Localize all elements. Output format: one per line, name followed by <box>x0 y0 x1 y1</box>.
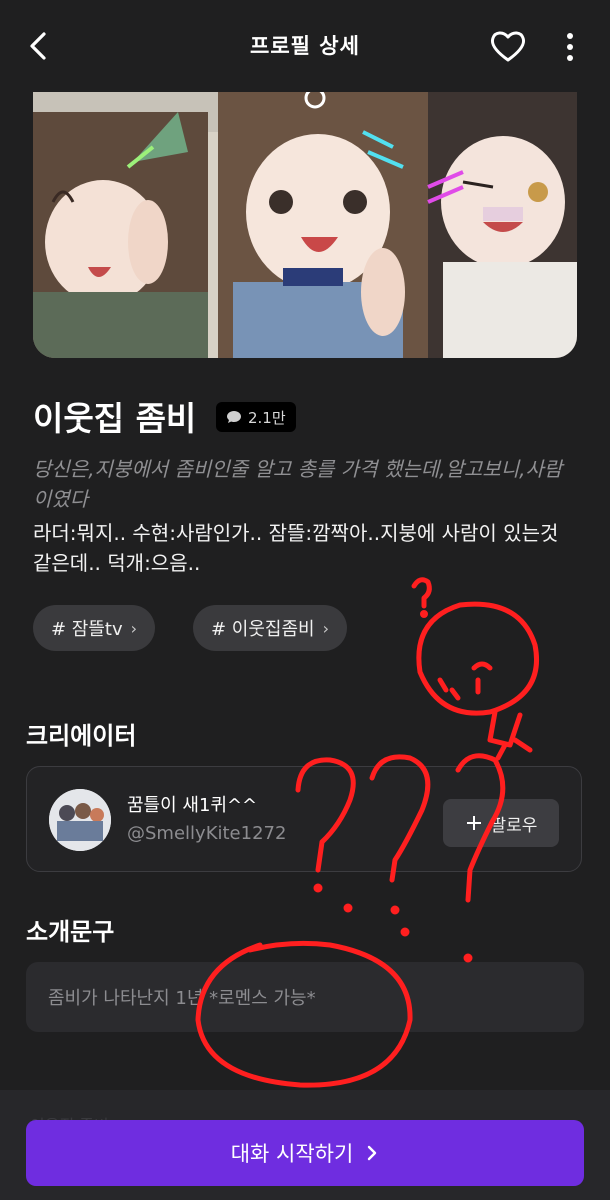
follow-button[interactable]: 팔로우 <box>443 799 559 847</box>
intro-text-box: 좀비가 나타난지 1년 *로멘스 가능* <box>26 962 584 1032</box>
more-vertical-icon <box>567 33 573 61</box>
creator-name: 꿈틀이 새1퀴^^ <box>127 795 258 816</box>
chat-count-badge: 2.1만 <box>216 402 296 432</box>
tag-label: # 이웃집좀비 <box>211 619 315 640</box>
start-chat-label: 대화 시작하기 <box>230 1142 354 1166</box>
plus-icon <box>466 816 481 830</box>
top-bar: 프로필 상세 <box>0 0 610 92</box>
chevron-right-icon: › <box>322 618 330 638</box>
character-description: 라더:뭐지.. 수현:사람인가.. 잠뜰:깜짝아..지붕에 사람이 있는것 같은… <box>33 521 559 575</box>
character-tagline: 당신은,지붕에서 좀비인줄 알고 총를 가격 했는데,알고보니,사람이였다 <box>33 457 563 511</box>
chevron-right-icon: › <box>130 618 138 638</box>
tag-chip-jamttuel[interactable]: # 잠뜰tv › <box>33 605 156 651</box>
creator-section-title: 크리에이터 <box>26 722 137 750</box>
start-chat-button[interactable]: 대화 시작하기 <box>26 1120 584 1186</box>
chevron-right-icon <box>368 1145 377 1161</box>
creator-handle: @SmellyKite1272 <box>127 823 287 844</box>
tag-chip-neighbor-zombie[interactable]: # 이웃집좀비 › <box>193 605 348 651</box>
creator-card[interactable]: 꿈틀이 새1퀴^^ @SmellyKite1272 팔로우 <box>26 766 582 872</box>
character-cover-image <box>33 92 577 358</box>
chat-bubble-icon <box>227 411 241 423</box>
character-name: 이웃집 좀비 <box>33 399 197 438</box>
more-options-button[interactable] <box>556 28 584 66</box>
heart-outline-icon <box>490 31 526 62</box>
like-button[interactable] <box>488 26 528 66</box>
follow-label: 팔로우 <box>490 815 538 836</box>
tag-label: # 잠뜰tv <box>51 619 123 640</box>
avatar <box>49 789 111 851</box>
intro-section-title: 소개문구 <box>26 918 115 946</box>
chat-count-text: 2.1만 <box>248 408 286 427</box>
